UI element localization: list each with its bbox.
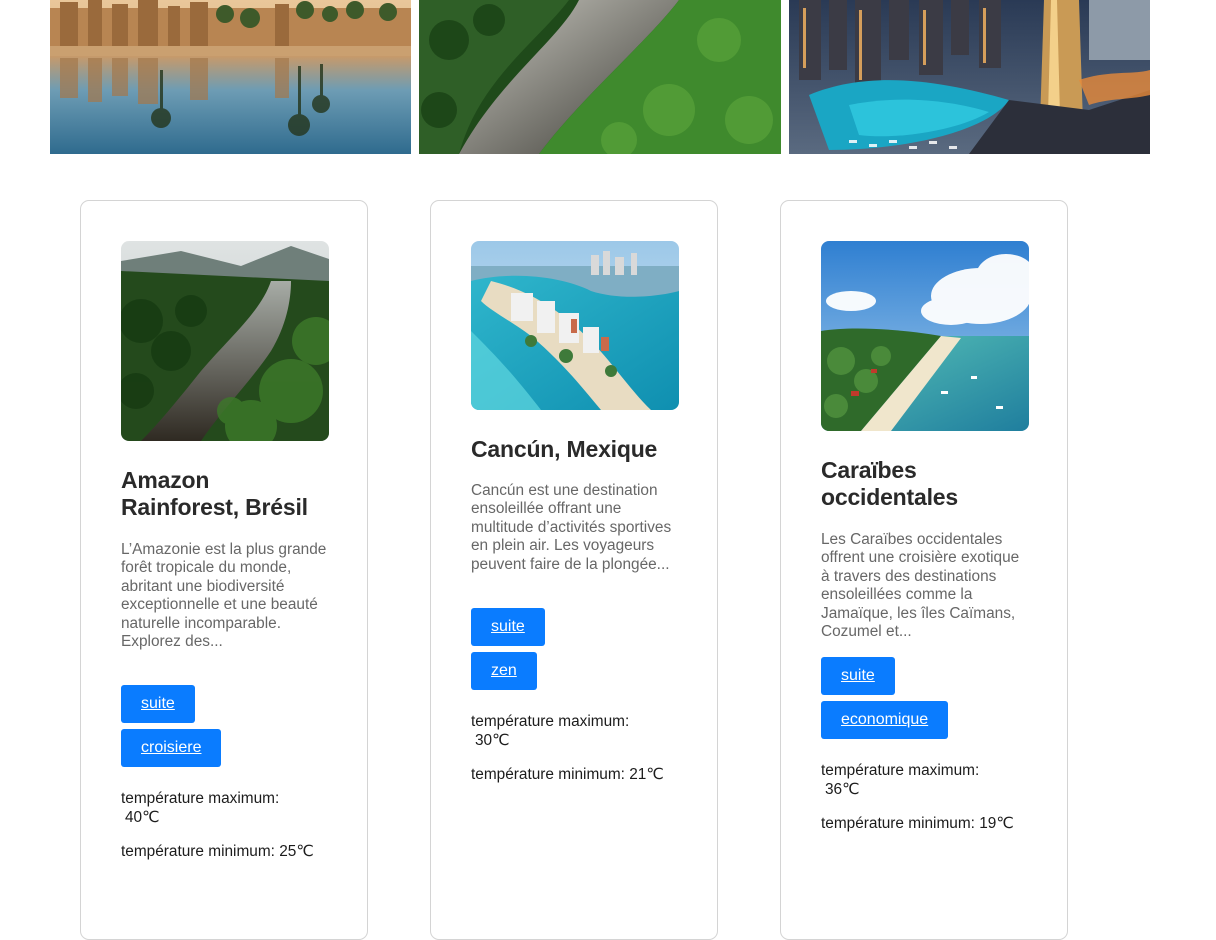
temp-max-label: température maximum: (121, 790, 280, 807)
gallery-image-karnak[interactable] (50, 0, 411, 154)
card-description: Cancún est une destination ensoleillée o… (471, 482, 672, 573)
temp-max-value: 30℃ (475, 732, 510, 749)
economique-button[interactable]: economique (821, 701, 949, 739)
suite-button[interactable]: suite (821, 657, 895, 695)
card-description: Les Caraïbes occidentales offrent une cr… (821, 531, 1020, 641)
card-image-caribbean[interactable] (821, 241, 1029, 431)
temp-min: température minimum: 25℃ (121, 843, 314, 860)
temp-min: température minimum: 21℃ (471, 766, 664, 783)
destination-gallery (50, 0, 1150, 154)
suite-button[interactable]: suite (471, 608, 545, 646)
card-title: Amazon Rainforest, Brésil (121, 467, 308, 520)
croisiere-button[interactable]: croisiere (121, 729, 222, 767)
destination-card-amazon: Amazon Rainforest, Brésil L’Amazonie est… (80, 200, 368, 940)
destination-card-caribbean: Caraïbes occidentales Les Caraïbes occid… (780, 200, 1068, 940)
temp-max-value: 36℃ (825, 781, 860, 798)
gallery-image-dubai[interactable] (789, 0, 1150, 154)
temp-max-label: température maximum: (821, 762, 980, 779)
suite-button[interactable]: suite (121, 685, 195, 723)
temp-min: température minimum: 19℃ (821, 815, 1014, 832)
temp-max-value: 40℃ (125, 809, 160, 826)
destination-card-cancun: Cancún, Mexique Cancún est une destinati… (430, 200, 718, 940)
gallery-image-amazon[interactable] (419, 0, 781, 154)
card-image-amazon[interactable] (121, 241, 329, 441)
zen-button[interactable]: zen (471, 652, 537, 690)
card-title: Caraïbes occidentales (821, 457, 958, 510)
card-image-cancun[interactable] (471, 241, 679, 410)
temp-max-label: température maximum: (471, 713, 630, 730)
card-description: L’Amazonie est la plus grande forêt trop… (121, 541, 327, 651)
card-title: Cancún, Mexique (471, 436, 658, 462)
